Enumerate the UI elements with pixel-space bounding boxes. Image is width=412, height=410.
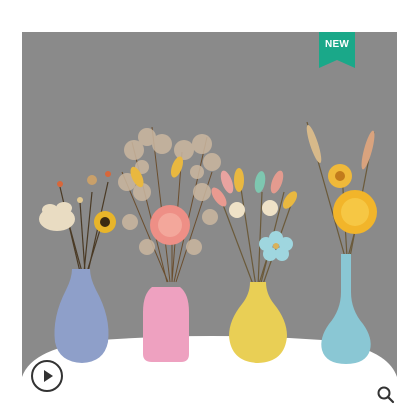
yellow-vase-bouquet — [211, 168, 298, 363]
magnifier-icon — [377, 386, 395, 404]
blue-vase-bouquet — [39, 171, 116, 363]
teal-vase-bouquet — [306, 121, 377, 364]
new-badge: NEW — [319, 32, 355, 68]
blue-vase — [54, 269, 109, 363]
yellow-vase — [229, 282, 287, 363]
product-illustration — [22, 121, 397, 409]
zoom-image-button[interactable] — [376, 385, 396, 405]
play-video-button[interactable] — [31, 360, 63, 392]
pink-vase-bouquet — [118, 126, 221, 362]
product-photo[interactable] — [22, 32, 397, 409]
pink-vase — [143, 287, 189, 362]
teal-vase — [321, 254, 371, 364]
badge-ribbon-shape — [319, 32, 355, 68]
play-icon — [44, 370, 53, 382]
badge-label: NEW — [325, 39, 349, 50]
